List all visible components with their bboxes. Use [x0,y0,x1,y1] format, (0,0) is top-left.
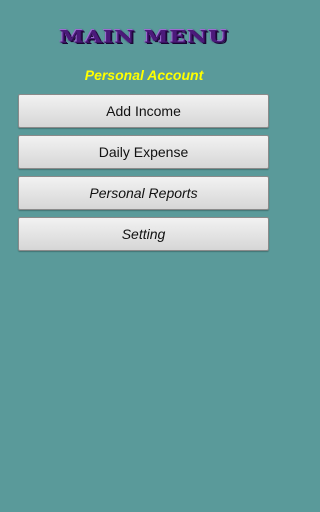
personal-reports-button[interactable]: Personal Reports [18,176,269,210]
account-subtitle: Personal Account [84,67,204,83]
daily-expense-button[interactable]: Daily Expense [18,135,269,169]
setting-button-label: Setting [121,226,166,242]
personal-reports-button-label: Personal Reports [89,185,198,201]
main-menu-logo-text: MAIN MENU [59,26,229,48]
add-income-button[interactable]: Add Income [18,94,269,128]
setting-button[interactable]: Setting [18,217,269,251]
daily-expense-button-label: Daily Expense [98,144,189,160]
add-income-button-label: Add Income [106,103,181,119]
main-menu-logo: MAIN MENU [0,24,288,56]
